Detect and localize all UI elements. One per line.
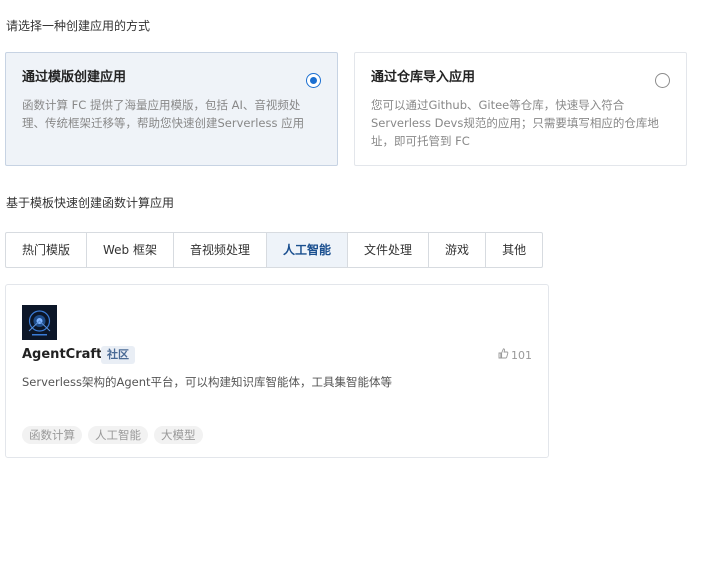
template-method-title: 通过模版创建应用 (22, 70, 127, 85)
app-name: AgentCraft (22, 347, 103, 362)
app-logo (22, 305, 57, 340)
app-description: Serverless架构的Agent平台，可以构建知识库智能体，工具集智能体等 (22, 375, 393, 389)
app-keywords: 函数计算 人工智能 大模型 (22, 426, 203, 444)
like-count: 101 (511, 348, 532, 362)
category-tabs: 热门模版 Web 框架 音视频处理 人工智能 文件处理 游戏 其他 (5, 232, 544, 268)
app-card-agentcraft[interactable]: AgentCraft 社区 101 Serverless架构的Agent平台，可… (5, 284, 549, 458)
tab-ai[interactable]: 人工智能 (267, 233, 349, 267)
repo-method-radio[interactable] (655, 73, 670, 88)
keyword-tag: 大模型 (154, 426, 203, 444)
tab-audio-video[interactable]: 音视频处理 (174, 233, 268, 267)
like-icon (497, 347, 511, 364)
create-app-page: 请选择一种创建应用的方式 通过模版创建应用 函数计算 FC 提供了海量应用模版，… (0, 0, 704, 563)
tab-hot-templates[interactable]: 热门模版 (6, 233, 88, 267)
tab-games[interactable]: 游戏 (429, 233, 487, 267)
app-likes: 101 (497, 347, 532, 364)
tab-other[interactable]: 其他 (486, 233, 542, 267)
template-method-description: 函数计算 FC 提供了海量应用模版，包括 AI、音视频处理、传统框架迁移等，帮助… (22, 98, 305, 130)
repo-method-description: 您可以通过Github、Gitee等仓库，快速导入符合Serverless De… (371, 98, 659, 148)
keyword-tag: 人工智能 (88, 426, 148, 444)
keyword-tag: 函数计算 (22, 426, 82, 444)
tab-web-frameworks[interactable]: Web 框架 (87, 233, 174, 267)
repo-method-title: 通过仓库导入应用 (371, 70, 476, 85)
community-badge: 社区 (101, 346, 135, 364)
repo-method-card[interactable]: 通过仓库导入应用 您可以通过Github、Gitee等仓库，快速导入符合Serv… (354, 52, 687, 166)
template-method-card[interactable]: 通过模版创建应用 函数计算 FC 提供了海量应用模版，包括 AI、音视频处理、传… (5, 52, 338, 166)
tab-file-processing[interactable]: 文件处理 (348, 233, 430, 267)
template-prompt: 基于模板快速创建函数计算应用 (6, 196, 175, 210)
method-prompt: 请选择一种创建应用的方式 (6, 19, 151, 33)
template-method-radio[interactable] (306, 73, 321, 88)
